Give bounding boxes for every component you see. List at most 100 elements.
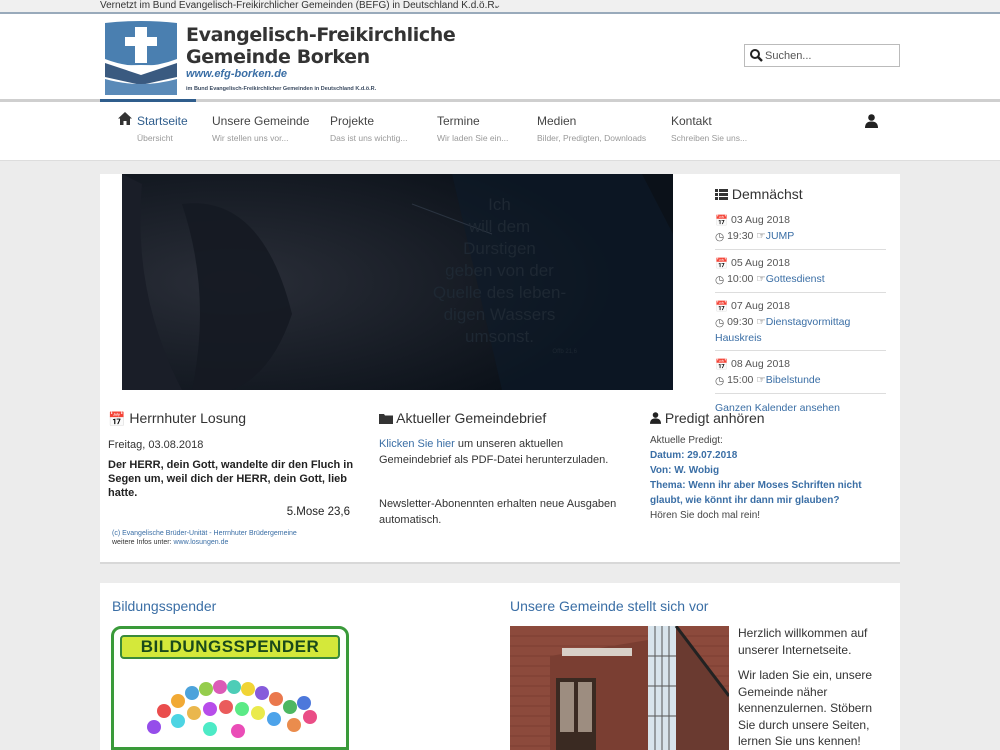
main-nav: Startseite Übersicht Unsere Gemeinde Wir… (0, 102, 1000, 161)
calendar-icon: 📅 (108, 411, 126, 427)
losung-verse: Der HERR, dein Gott, wandelte dir den Fl… (108, 459, 354, 499)
event-date: 05 Aug 2018 (731, 257, 790, 269)
site-subline: im Bund Evangelisch-Freikirchlicher Geme… (186, 86, 377, 92)
losung-more-label: weitere Infos unter: (112, 539, 172, 546)
user-icon (650, 412, 661, 424)
event-date: 03 Aug 2018 (731, 214, 790, 226)
hero-line: umsonst. (465, 327, 534, 346)
hand-pointer-icon: ☞ (756, 316, 766, 328)
nav-label: Kontakt (671, 114, 712, 128)
bildungsspender-banner[interactable]: BILDUNGSSPENDER (111, 626, 349, 750)
site-url: www.efg-borken.de (186, 68, 288, 80)
nav-label: Medien (537, 114, 577, 128)
colorful-hands-graphic (147, 680, 317, 738)
hero-background (122, 174, 673, 390)
hand-pointer-icon: ☞ (756, 374, 766, 386)
bildungsspender-badge-text: BILDUNGSSPENDER (120, 635, 340, 659)
hero-verse-ref: Offb 21,6 (552, 349, 577, 355)
hero-line: Quelle des leben- (432, 283, 567, 302)
event-item: 📅 05 Aug 2018 ◷ 10:00 ☞Gottesdienst (715, 256, 886, 293)
folder-icon (379, 411, 393, 427)
site-header: Evangelisch-Freikirchliche Gemeinde Bork… (0, 14, 1000, 100)
nav-item-termine[interactable]: Termine Wir laden Sie ein... (437, 114, 508, 143)
nav-label: Unsere Gemeinde (212, 114, 310, 128)
nav-sub: Wir stellen uns vor... (212, 133, 289, 143)
event-link[interactable]: Gottesdienst (766, 273, 825, 285)
intro-text: Herzlich willkommen auf unserer Internet… (738, 625, 890, 750)
event-time: 15:00 (727, 374, 754, 386)
event-item: 📅 03 Aug 2018 ◷ 19:30 ☞JUMP (715, 213, 886, 250)
nav-label: Startseite (137, 114, 188, 128)
nav-item-kontakt[interactable]: Kontakt Schreiben Sie uns... (671, 114, 747, 143)
events-title: Demnächst (715, 186, 886, 202)
church-logo[interactable] (103, 19, 179, 95)
nav-item-projekte[interactable]: Projekte Das ist uns wichtig... (330, 114, 407, 143)
gemeindebrief-text: Klicken Sie hier um unseren aktuellen Ge… (379, 436, 629, 468)
predigt-listen-text: Hören Sie doch mal rein! (650, 510, 761, 521)
site-title-line2: Gemeinde Borken (186, 46, 370, 68)
home-icon[interactable] (118, 112, 132, 125)
site-title[interactable]: Evangelisch-Freikirchliche Gemeinde Bork… (186, 24, 456, 68)
nav-label: Termine (437, 114, 480, 128)
events-title-text: Demnächst (731, 186, 803, 202)
calendar-icon: 📅 (715, 215, 729, 227)
hero-line: Ich (488, 195, 511, 214)
event-link[interactable]: Dienstagvormittag (766, 316, 851, 328)
chevron-down-icon[interactable]: ⌄ (493, 0, 501, 11)
predigt-date-link[interactable]: Datum: 29.07.2018 (650, 448, 890, 463)
list-icon (715, 189, 728, 200)
search-box[interactable] (744, 44, 900, 67)
nav-item-unsere-gemeinde[interactable]: Unsere Gemeinde Wir stellen uns vor... (212, 114, 309, 143)
gemeindebrief-download-link[interactable]: Klicken Sie hier (379, 438, 455, 450)
losung-reference: 5.Mose 23,6 (286, 506, 350, 518)
hand-pointer-icon: ☞ (756, 230, 766, 242)
losung-title: 📅 Herrnhuter Losung (108, 410, 358, 428)
hero-slide[interactable]: Ich will dem Durstigen geben von der Que… (122, 174, 673, 390)
calendar-icon: 📅 (715, 301, 729, 313)
losungen-link[interactable]: www.losungen.de (173, 539, 228, 546)
predigt-title: Predigt anhören (650, 410, 890, 426)
newsletter-note: Newsletter-Abonennten erhalten neue Ausg… (379, 498, 617, 526)
gemeindebrief-title-text: Aktueller Gemeindebrief (396, 410, 547, 426)
bildungsspender-title: Bildungsspender (112, 598, 217, 614)
event-date: 07 Aug 2018 (731, 300, 790, 312)
events-box: Demnächst 📅 03 Aug 2018 ◷ 19:30 ☞JUMP 📅 … (715, 186, 886, 414)
event-link[interactable]: JUMP (766, 230, 795, 242)
event-item: 📅 07 Aug 2018 ◷ 09:30 ☞Dienstagvormittag… (715, 299, 886, 351)
site-title-line1: Evangelisch-Freikirchliche (186, 24, 456, 46)
nav-sub: Wir laden Sie ein... (437, 133, 509, 143)
befg-network-text: Vernetzt im Bund Evangelisch-Freikirchli… (100, 0, 498, 11)
search-input[interactable] (765, 47, 895, 64)
event-time: 19:30 (727, 230, 754, 242)
hero-line: digen Wassers (443, 305, 556, 324)
user-icon[interactable] (865, 114, 878, 128)
event-link[interactable]: Bibelstunde (766, 374, 821, 386)
hero-line: geben von der (445, 261, 554, 280)
hand-pointer-icon: ☞ (756, 273, 766, 285)
losung-box: 📅 Herrnhuter Losung Freitag, 03.08.2018 … (108, 410, 358, 547)
gemeindebrief-box: Aktueller Gemeindebrief Klicken Sie hier… (379, 410, 629, 528)
clock-icon: ◷ (715, 231, 725, 243)
intro-paragraph-1: Herzlich willkommen auf unserer Internet… (738, 626, 868, 657)
nav-item-startseite[interactable]: Startseite Übersicht (137, 114, 188, 143)
predigt-topic-link[interactable]: Thema: Wenn ihr aber Moses Schriften nic… (650, 478, 890, 508)
event-date: 08 Aug 2018 (731, 358, 790, 370)
event-link-continued[interactable]: Hauskreis (715, 332, 762, 344)
predigt-box: Predigt anhören Aktuelle Predigt: Datum:… (650, 410, 890, 523)
hero-verse: Ich will dem Durstigen geben von der Que… (412, 194, 587, 356)
clock-icon: ◷ (715, 317, 725, 329)
event-item: 📅 08 Aug 2018 ◷ 15:00 ☞Bibelstunde (715, 357, 886, 394)
nav-label: Projekte (330, 114, 375, 128)
intro-paragraph-2: Wir laden Sie ein, unsere Gemeinde näher… (738, 668, 873, 748)
hero-line: will dem (468, 217, 531, 236)
nav-sub: Das ist uns wichtig... (330, 133, 408, 143)
predigt-speaker-link[interactable]: Von: W. Wobig (650, 463, 890, 478)
event-time: 09:30 (727, 316, 754, 328)
event-time: 10:00 (727, 273, 754, 285)
top-strip: Vernetzt im Bund Evangelisch-Freikirchli… (0, 0, 1000, 14)
nav-sub: Schreiben Sie uns... (671, 133, 748, 143)
losung-title-text: Herrnhuter Losung (129, 410, 247, 426)
hero-line: Durstigen (463, 239, 536, 258)
clock-icon: ◷ (715, 274, 725, 286)
nav-item-medien[interactable]: Medien Bilder, Predigten, Downloads (537, 114, 646, 143)
